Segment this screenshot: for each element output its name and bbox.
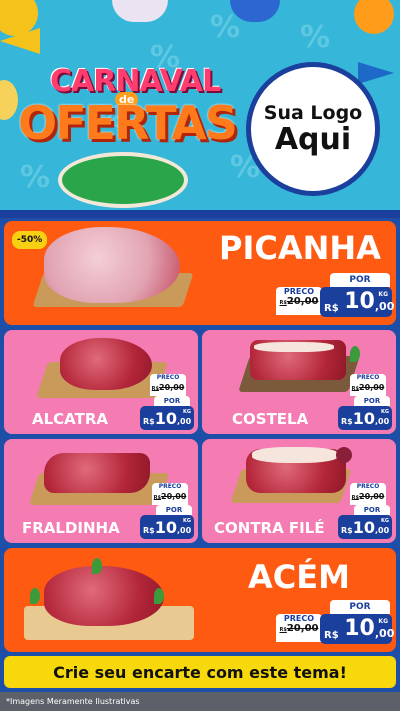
herb-icon bbox=[350, 346, 360, 362]
disclaimer-footer: *Imagens Meramente Ilustrativas bbox=[0, 692, 400, 711]
percent-pattern: % bbox=[300, 20, 331, 55]
acem-meat-image bbox=[44, 566, 164, 626]
herb-icon bbox=[154, 588, 164, 604]
fraldinha-meat-image bbox=[44, 453, 150, 493]
disclaimer-text: *Imagens Meramente Ilustrativas bbox=[6, 697, 140, 706]
current-price: R$ 10,00 KG bbox=[320, 287, 394, 317]
old-price: R$20,00 bbox=[153, 492, 187, 501]
old-price-box: PRECO R$20,00 bbox=[276, 614, 322, 642]
logo-placeholder: Sua Logo Aqui bbox=[246, 62, 380, 196]
old-price: R$20,00 bbox=[151, 383, 185, 392]
por-label: POR bbox=[330, 273, 390, 287]
title-line-2: OFERTAS bbox=[18, 96, 238, 150]
por-label: POR bbox=[354, 396, 390, 406]
picanha-meat-image bbox=[44, 227, 180, 303]
discount-badge: -50% bbox=[12, 231, 48, 249]
product-card-fraldinha: FRALDINHA PRECO R$20,00 POR R$10,00 KG bbox=[4, 439, 198, 543]
old-price-box: PRECO R$20,00 bbox=[350, 483, 386, 505]
por-label: POR bbox=[354, 505, 390, 515]
alcatra-meat-image bbox=[60, 338, 152, 390]
preco-label: PRECO bbox=[283, 614, 315, 623]
current-price: R$ 10,00 KG bbox=[320, 614, 394, 644]
herb-icon bbox=[92, 558, 102, 574]
product-name: ALCATRA bbox=[32, 410, 109, 428]
cta-banner[interactable]: Crie seu encarte com este tema! bbox=[4, 656, 396, 688]
old-price: R$20,00 bbox=[279, 296, 319, 307]
banner-divider bbox=[0, 210, 400, 218]
product-card-picanha: -50% PICANHA POR PRECO R$20,00 R$ 10,00 … bbox=[4, 221, 396, 325]
por-label: POR bbox=[156, 505, 192, 515]
current-price: R$10,00 KG bbox=[338, 406, 392, 430]
preco-label: PRECO bbox=[283, 287, 315, 296]
balloon-icon bbox=[354, 0, 394, 34]
por-label: POR bbox=[330, 600, 390, 614]
party-horn-icon bbox=[358, 62, 394, 84]
old-price-box: PRECO R$20,00 bbox=[276, 287, 322, 315]
product-card-contra-file: CONTRA FILÉ PRECO R$20,00 POR R$10,00 KG bbox=[202, 439, 396, 543]
current-price: R$10,00 KG bbox=[140, 515, 194, 539]
carnival-mask-icon bbox=[112, 0, 168, 22]
herb-icon bbox=[30, 588, 40, 604]
cta-text: Crie seu encarte com este tema! bbox=[53, 662, 347, 682]
product-name: FRALDINHA bbox=[22, 519, 120, 537]
por-label: POR bbox=[154, 396, 190, 406]
old-price-box: PRECO R$20,00 bbox=[152, 483, 188, 505]
product-card-alcatra: ALCATRA PRECO R$20,00 POR R$10,00 KG bbox=[4, 330, 198, 434]
current-price: R$10,00 KG bbox=[338, 515, 392, 539]
product-card-costela: COSTELA PRECO R$20,00 POR R$10,00 KG bbox=[202, 330, 396, 434]
fat-layer bbox=[252, 447, 338, 463]
product-name: COSTELA bbox=[232, 410, 309, 428]
old-price: R$20,00 bbox=[351, 492, 385, 501]
old-price-box: PRECO R$20,00 bbox=[150, 374, 186, 396]
logo-text-line-2: Aqui bbox=[274, 122, 352, 158]
campaign-title: CARNAVAL de OFERTAS bbox=[12, 58, 238, 188]
product-name: CONTRA FILÉ bbox=[214, 519, 325, 537]
current-price: R$10,00 KG bbox=[140, 406, 194, 430]
product-name: PICANHA bbox=[219, 229, 381, 267]
old-price: R$20,00 bbox=[279, 623, 319, 634]
product-name: ACÉM bbox=[248, 558, 350, 596]
old-price: R$20,00 bbox=[351, 383, 385, 392]
onion-icon bbox=[336, 447, 352, 463]
carnival-banner: % % % % % % CARNAVAL de OFERTAS Sua Logo… bbox=[0, 0, 400, 213]
old-price-box: PRECO R$20,00 bbox=[350, 374, 386, 396]
product-card-acem: ACÉM POR PRECO R$20,00 R$ 10,00 KG bbox=[4, 548, 396, 652]
fat-layer bbox=[254, 342, 334, 352]
logo-text-line-1: Sua Logo bbox=[263, 102, 363, 125]
